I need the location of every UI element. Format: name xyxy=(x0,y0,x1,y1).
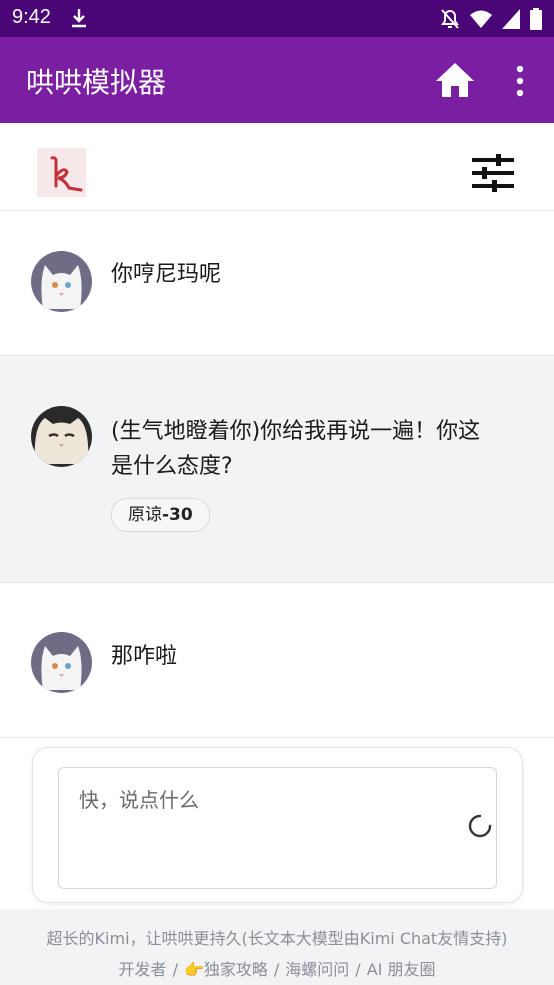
status-bar: 9:42 xyxy=(0,0,554,37)
app-bar: 哄哄模拟器 xyxy=(0,37,554,123)
more-vert-icon xyxy=(508,65,532,102)
footer: 超长的Kimi，让哄哄更持久(长文本大模型由Kimi Chat友情支持) 开发者… xyxy=(0,909,554,985)
message-text: 那咋啦 xyxy=(111,644,178,669)
status-icons xyxy=(440,8,542,34)
footer-credit: 超长的Kimi，让哄哄更持久(长文本大模型由Kimi Chat友情支持) xyxy=(46,929,508,948)
message-text: (生气地瞪着你)你给我再说一遍！你这 是什么态度? xyxy=(111,414,480,484)
settings-button[interactable] xyxy=(470,153,516,193)
footer-separator: / xyxy=(273,960,280,979)
message-text-line-1: (生气地瞪着你)你给我再说一遍！你这 xyxy=(111,419,481,444)
home-icon xyxy=(432,63,478,107)
app-title: 哄哄模拟器 xyxy=(26,66,167,99)
message-input[interactable]: 快，说点什么 xyxy=(58,767,497,889)
message-user-1: 你哼尼玛呢 xyxy=(0,211,554,356)
assistant-avatar xyxy=(31,406,92,467)
footer-link-developer[interactable]: 开发者 xyxy=(119,960,167,979)
message-text: 你哼尼玛呢 xyxy=(111,262,222,287)
notifications-off-icon xyxy=(440,8,460,34)
more-options-button[interactable] xyxy=(508,64,532,98)
download-icon xyxy=(68,7,90,33)
user-avatar xyxy=(31,251,92,312)
user-avatar xyxy=(31,632,92,693)
footer-links: 开发者 / 👉独家攻略 / 海螺问问 / AI 朋友圈 xyxy=(0,956,554,980)
footer-link-ai-moments[interactable]: AI 朋友圈 xyxy=(367,960,436,979)
footer-separator: / xyxy=(172,960,178,979)
footer-separator: / xyxy=(355,960,361,979)
composer-card: 快，说点什么 xyxy=(32,747,523,903)
message-assistant-1: (生气地瞪着你)你给我再说一遍！你这 是什么态度? 原谅-30 xyxy=(0,356,554,583)
toolbar xyxy=(0,123,554,211)
message-user-2: 那咋啦 xyxy=(0,583,554,738)
sliders-icon xyxy=(470,154,516,197)
home-button[interactable] xyxy=(432,57,478,103)
signal-icon xyxy=(502,9,520,33)
loading-spinner-icon xyxy=(468,814,492,838)
message-text-line-2: 是什么态度? xyxy=(111,454,233,479)
message-input-placeholder: 快，说点什么 xyxy=(79,788,199,812)
kimi-logo[interactable] xyxy=(37,148,86,197)
wifi-icon xyxy=(470,9,492,33)
badge-value: -30 xyxy=(162,505,193,525)
status-time: 9:42 xyxy=(12,6,51,28)
footer-link-hailuo[interactable]: 海螺问问 xyxy=(285,960,349,979)
badge-label: 原谅 xyxy=(128,505,162,525)
footer-link-guide[interactable]: 👉独家攻略 xyxy=(184,960,268,979)
forgiveness-badge: 原谅-30 xyxy=(111,498,210,532)
battery-icon xyxy=(530,8,542,34)
